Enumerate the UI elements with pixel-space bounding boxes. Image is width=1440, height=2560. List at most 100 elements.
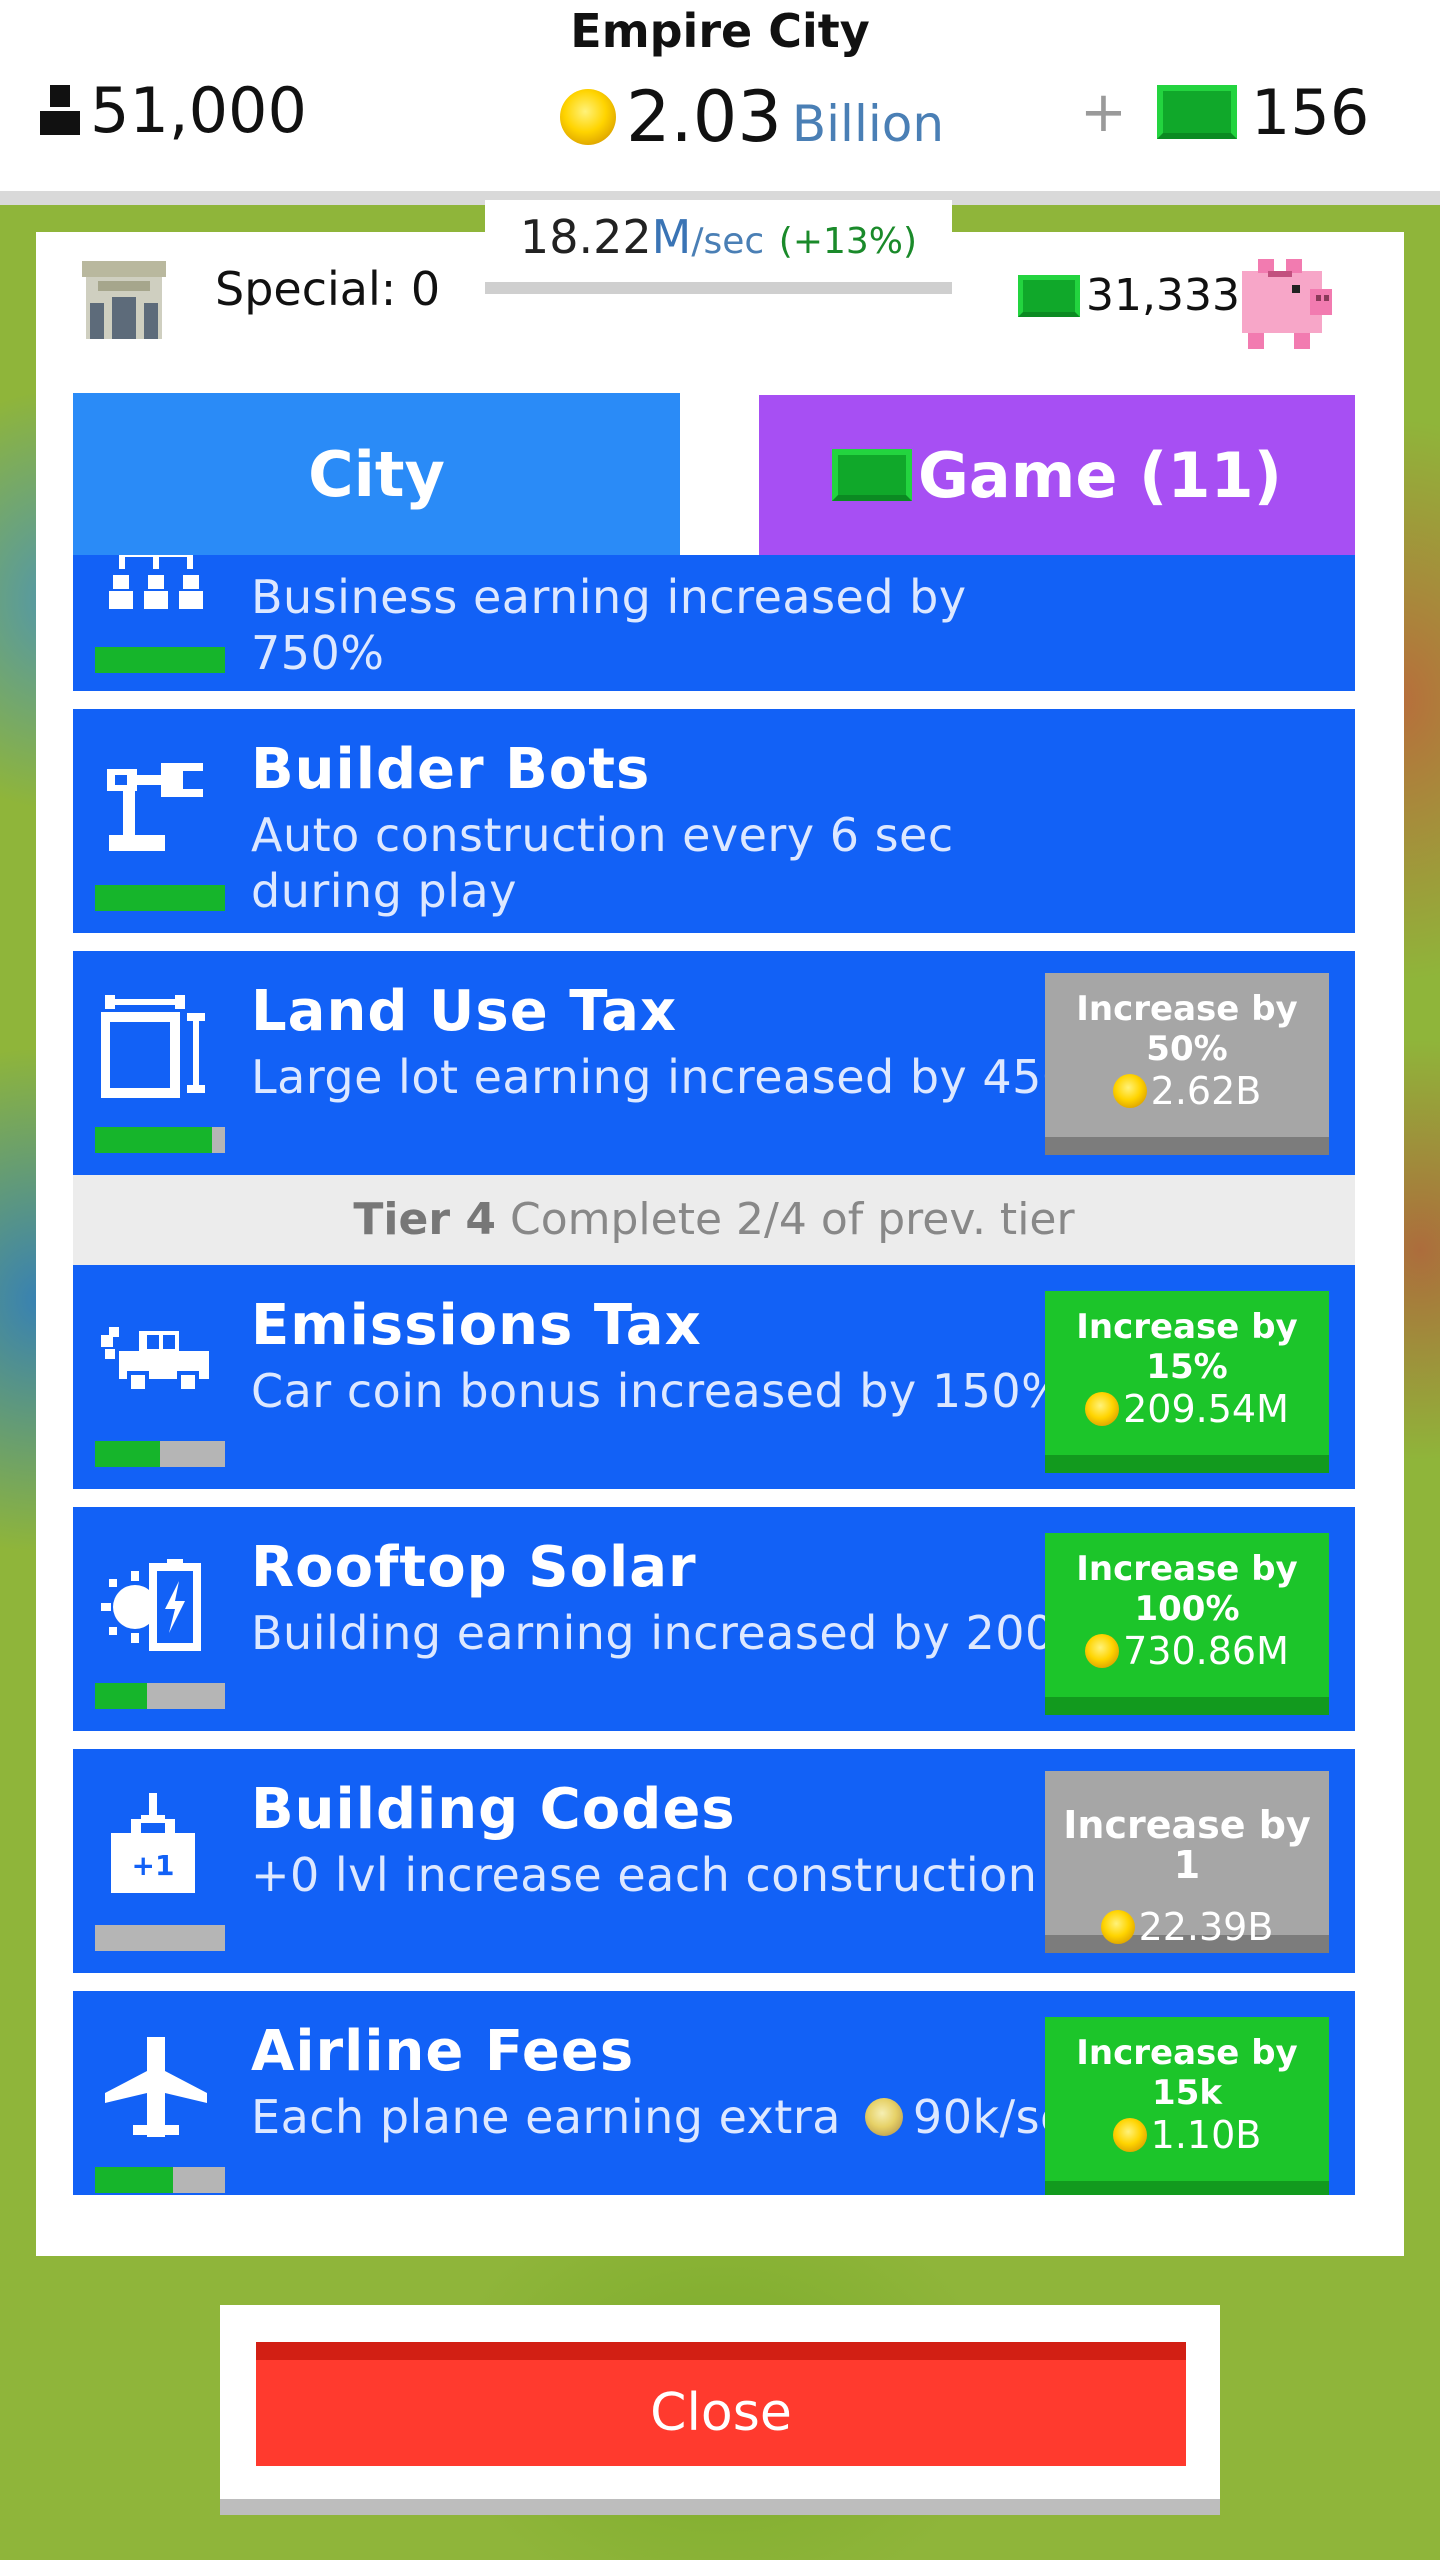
rate-value: 18.22	[519, 210, 652, 264]
upgrade-description-line: 750%	[251, 626, 385, 680]
cost-value: 1.10B	[1150, 2113, 1262, 2157]
cost-value: 730.86M	[1123, 1629, 1289, 1673]
coin-icon	[1085, 1634, 1120, 1668]
building-kit-icon: +1	[111, 1793, 195, 1893]
buy-button-cost: 22.39B	[1045, 1907, 1329, 1947]
coin-value: 2.03	[626, 76, 782, 158]
arch-icon	[82, 261, 166, 339]
upgrade-progress-bar	[95, 1441, 225, 1467]
cost-value: 22.39B	[1138, 1905, 1274, 1949]
special-label: Special: 0	[215, 262, 441, 316]
upgrade-description-line: Auto construction every 6 sec	[251, 808, 954, 862]
buy-button-label: Increase by	[1076, 1307, 1298, 1347]
upgrade-buy-button[interactable]: Increase by 100% 730.86M	[1045, 1533, 1329, 1715]
buy-button-cost: 2.62B	[1045, 1071, 1329, 1111]
upgrade-buy-button[interactable]: Increase by 1 22.39B	[1045, 1771, 1329, 1953]
upgrade-progress-bar	[95, 885, 225, 911]
piggy-bank-cash: 31,333	[1018, 270, 1240, 321]
robot-arm-icon	[107, 763, 203, 851]
upgrade-description-line: Each plane earning extra	[251, 2090, 841, 2144]
population-counter: 51,000	[38, 70, 307, 150]
upgrade-description: Car coin bonus increased by 150%	[251, 1364, 1066, 1418]
upgrade-description: Large lot earning increased by 450%	[251, 1050, 1116, 1104]
buy-button-cost: 1.10B	[1045, 2115, 1329, 2155]
coin-balance: 2.03 Billion	[560, 72, 944, 162]
upgrade-description: Business earning increased by 750%	[251, 569, 967, 681]
upgrade-description: Building earning increased by 200%	[251, 1606, 1099, 1660]
coin-icon	[560, 89, 616, 145]
tier-requirement: Complete 2/4 of prev. tier	[509, 1194, 1075, 1245]
cash-balance[interactable]: + 156	[1080, 72, 1369, 152]
buy-button-label: Increase by 1	[1063, 1803, 1311, 1887]
cash-value: 156	[1250, 75, 1370, 149]
coin-icon	[1085, 1392, 1120, 1426]
svg-text:+1: +1	[132, 1849, 175, 1882]
upgrade-row: +1 Building Codes +0 lvl increase each c…	[73, 1749, 1355, 1973]
income-rate: 18.22M/sec (+13%)	[485, 200, 952, 294]
cash-bill-icon	[1156, 85, 1237, 139]
coin-icon	[864, 2098, 903, 2136]
buy-button-label: Increase by	[1076, 989, 1298, 1029]
buy-button-cost: 209.54M	[1045, 1389, 1329, 1429]
cost-value: 209.54M	[1123, 1387, 1289, 1431]
upgrade-row: Emissions Tax Car coin bonus increased b…	[73, 1265, 1355, 1489]
piggy-bank-icon[interactable]	[1228, 245, 1338, 355]
upgrade-description: Auto construction every 6 sec during pla…	[251, 807, 954, 919]
cost-value: 2.62B	[1150, 1069, 1262, 1113]
upgrade-row: Business earning increased by 750%	[73, 555, 1355, 691]
upgrade-buy-button[interactable]: Increase by 50% 2.62B	[1045, 973, 1329, 1155]
upgrade-row: Builder Bots Auto construction every 6 s…	[73, 709, 1355, 933]
buy-button-amount: 100%	[1134, 1589, 1240, 1629]
upgrade-description: Each plane earning extra 90k/sec	[251, 2089, 1095, 2145]
upgrade-title: Land Use Tax	[251, 979, 678, 1044]
upgrade-title: Building Codes	[251, 1777, 736, 1842]
upgrade-list[interactable]: Business earning increased by 750% Build…	[73, 555, 1355, 2195]
upgrade-progress-bar	[95, 2167, 225, 2193]
close-button[interactable]: Close	[256, 2342, 1186, 2466]
rate-unit-sec: /sec	[691, 221, 765, 262]
buy-button-cost: 730.86M	[1045, 1631, 1329, 1671]
upgrade-title: Builder Bots	[251, 737, 651, 802]
buy-button-label: Increase by	[1076, 1549, 1298, 1589]
upgrade-row: Rooftop Solar Building earning increased…	[73, 1507, 1355, 1731]
upgrade-description-line: during play	[251, 864, 517, 918]
upgrade-title: Rooftop Solar	[251, 1535, 697, 1600]
upgrade-description-line: Business earning increased by	[251, 570, 967, 624]
cash-bill-icon	[832, 449, 913, 501]
add-cash-button[interactable]: +	[1080, 80, 1127, 145]
rate-bonus: (+13%)	[778, 221, 918, 262]
upgrade-progress-bar	[95, 1127, 225, 1153]
land-lot-icon	[101, 995, 205, 1098]
upgrade-progress-bar	[95, 1683, 225, 1709]
piggy-bank-value: 31,333	[1086, 270, 1240, 321]
upgrade-buy-button[interactable]: Increase by 15% 209.54M	[1045, 1291, 1329, 1473]
population-value: 51,000	[90, 73, 307, 147]
upgrade-title: Emissions Tax	[251, 1293, 702, 1358]
upgrade-description: +0 lvl increase each construction	[251, 1848, 1038, 1902]
upgrade-progress-bar	[95, 1925, 225, 1951]
car-emissions-icon	[101, 1327, 209, 1393]
buy-button-amount: 15%	[1146, 1347, 1228, 1387]
upgrade-buy-button[interactable]: Increase by 15k 1.10B	[1045, 2017, 1329, 2195]
buy-button-amount: 15k	[1152, 2073, 1222, 2113]
tier-header: Tier 4 Complete 2/4 of prev. tier	[73, 1175, 1355, 1265]
city-name: Empire City	[570, 4, 870, 58]
coin-icon	[1112, 1074, 1147, 1108]
upgrade-row: Land Use Tax Large lot earning increased…	[73, 951, 1355, 1175]
coin-unit: Billion	[791, 95, 945, 153]
airplane-icon	[105, 2037, 207, 2137]
coin-icon	[1112, 2118, 1147, 2152]
buy-button-amount: 50%	[1146, 1029, 1228, 1069]
buy-button-label: Increase by	[1076, 2033, 1298, 2073]
business-people-icon	[109, 555, 203, 609]
upgrade-progress-bar	[95, 647, 225, 673]
person-icon	[40, 85, 80, 135]
tier-label: Tier 4	[353, 1194, 496, 1245]
tab-game-label: Game (11)	[918, 438, 1282, 512]
tab-game[interactable]: Game (11)	[759, 395, 1355, 555]
solar-battery-icon	[101, 1559, 201, 1651]
upgrade-title: Airline Fees	[251, 2019, 635, 2084]
upgrade-row: Airline Fees Each plane earning extra 90…	[73, 1991, 1355, 2195]
tab-city[interactable]: City	[73, 393, 680, 555]
rate-unit-m: M	[651, 210, 692, 264]
